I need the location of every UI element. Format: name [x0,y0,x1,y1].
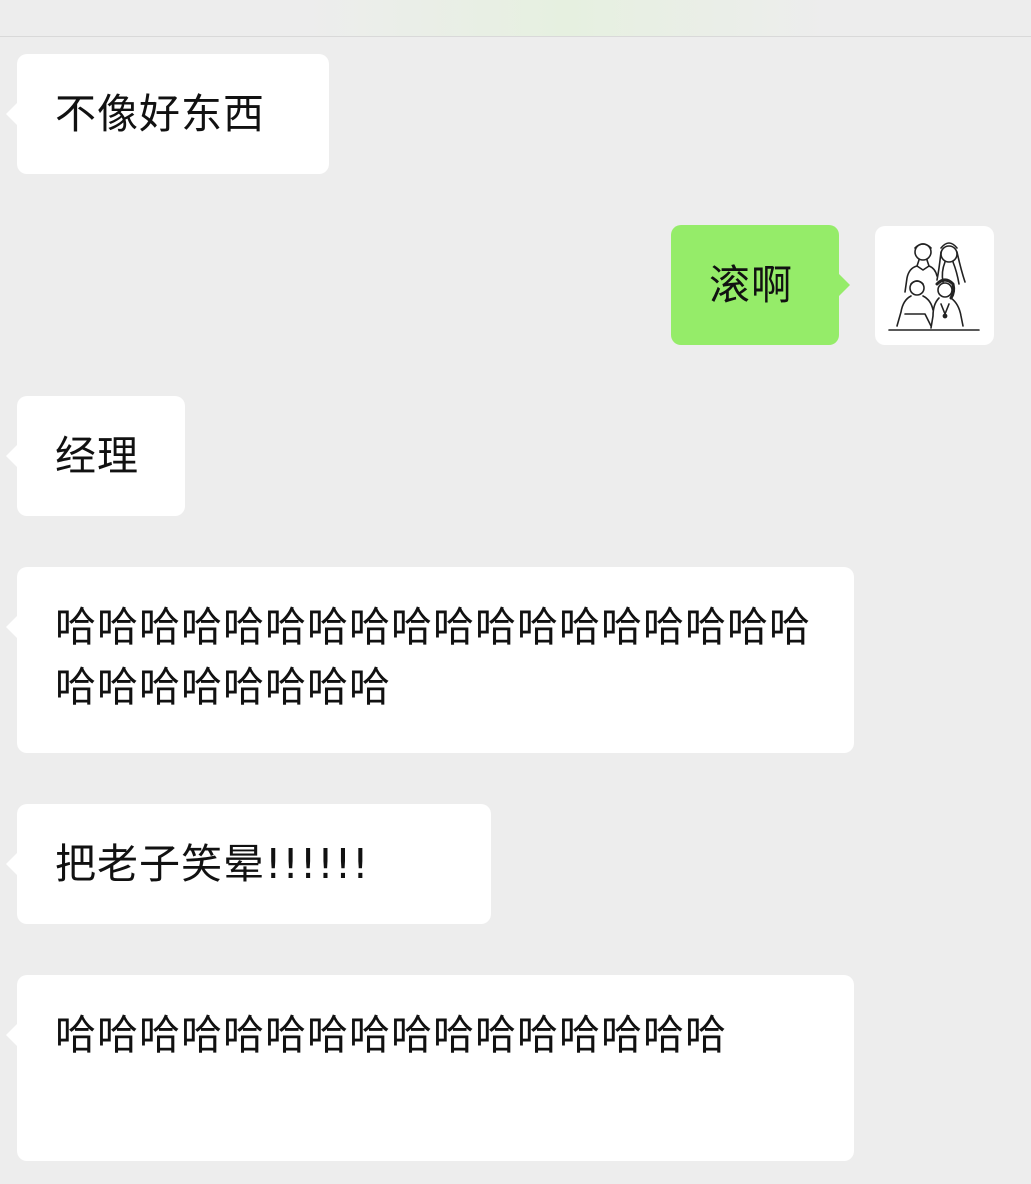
message-text: 哈哈哈哈哈哈哈哈哈哈哈哈哈哈哈哈哈哈哈哈哈哈哈哈哈哈 [55,603,811,711]
message-bubble-incoming[interactable]: 把老子笑晕!!!!!! [6,804,491,924]
top-bar [0,0,1031,37]
message-text: 经理 [55,432,139,480]
message-bubble-incoming[interactable]: 哈哈哈哈哈哈哈哈哈哈哈哈哈哈哈哈 [6,975,854,1161]
message-text: 滚啊 [709,261,793,309]
message-text: 把老子笑晕!!!!!! [55,840,370,888]
message-text: 哈哈哈哈哈哈哈哈哈哈哈哈哈哈哈哈 [55,1011,727,1059]
message-bubble-incoming[interactable]: 经理 [6,396,185,516]
family-portrait-icon[interactable] [875,226,994,345]
message-bubble-incoming[interactable]: 不像好东西 [6,54,329,174]
chat-screen: 不像好东西 滚啊 经理 哈哈哈哈哈哈哈哈哈哈哈哈哈哈哈哈哈哈哈哈哈哈哈哈哈哈 把… [0,0,1031,1184]
message-bubble-outgoing[interactable]: 滚啊 [671,225,850,345]
message-bubble-incoming[interactable]: 哈哈哈哈哈哈哈哈哈哈哈哈哈哈哈哈哈哈哈哈哈哈哈哈哈哈 [6,567,854,753]
message-text: 不像好东西 [55,90,265,138]
avatar-drawing [888,242,980,331]
